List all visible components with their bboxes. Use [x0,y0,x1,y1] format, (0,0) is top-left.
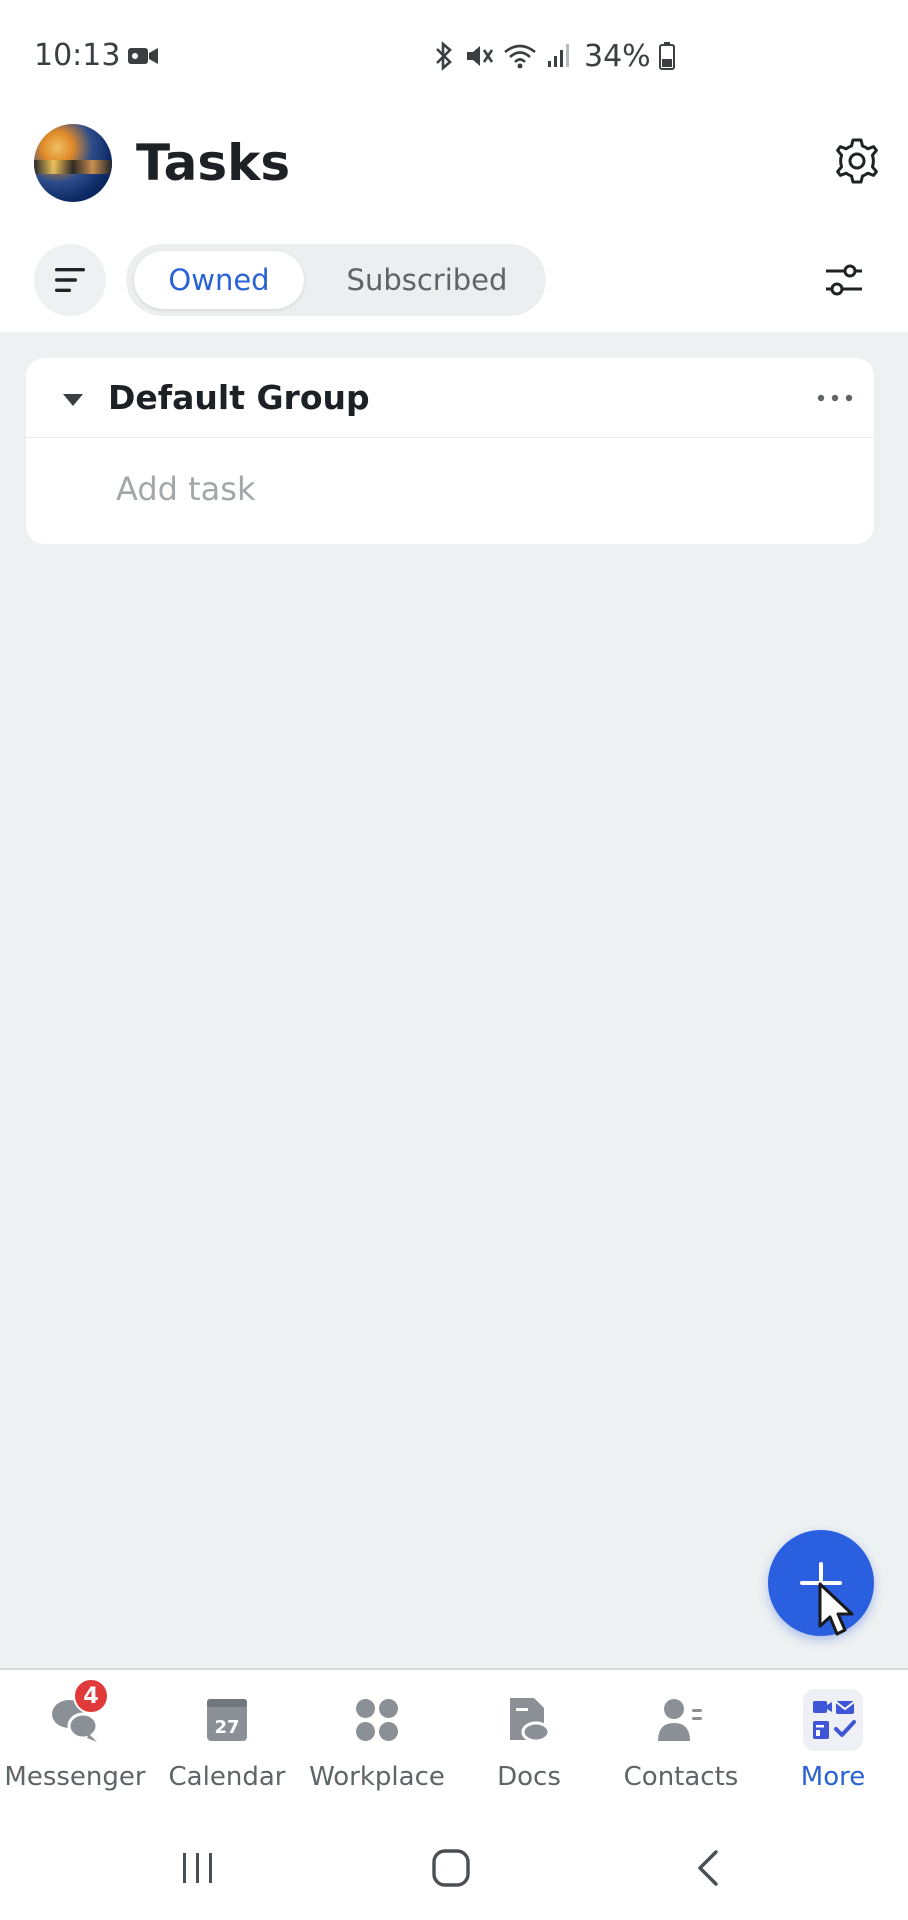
status-bar: 10:13 34% [0,0,908,110]
messenger-badge: 4 [73,1678,109,1714]
docs-icon [510,1698,551,1743]
nav-workplace[interactable]: Workplace [302,1690,452,1810]
video-call-icon [128,48,158,64]
mouse-cursor-icon [818,1582,854,1636]
recent-apps-icon [183,1853,212,1883]
calendar-icon: 27 [207,1699,247,1741]
home-icon [432,1849,470,1887]
nav-calendar[interactable]: 27 Calendar [152,1690,302,1810]
wifi-icon [504,44,536,69]
nav-messenger[interactable]: 4 Messenger [0,1678,150,1810]
home-button[interactable] [428,1846,474,1890]
tab-owned[interactable]: Owned [134,251,304,309]
group-title: Default Group [108,378,370,417]
nav-label-contacts: Contacts [623,1762,739,1792]
nav-contacts[interactable]: Contacts [606,1690,756,1810]
group-header[interactable]: Default Group [26,358,874,438]
mute-icon [467,46,494,66]
back-button[interactable] [690,1846,726,1890]
settings-button[interactable] [830,134,884,188]
tab-subscribed[interactable]: Subscribed [316,251,538,309]
more-apps-icon [813,1701,856,1739]
calendar-day: 27 [214,1717,239,1738]
battery-icon [658,42,675,70]
owned-subscribed-switch: Owned Subscribed [126,244,546,316]
bluetooth-icon [436,41,452,71]
group-more-button[interactable] [812,380,858,416]
filter-button[interactable] [818,254,870,306]
recent-apps-button[interactable] [178,1846,218,1890]
more-icon-background [803,1689,863,1751]
battery-percentage: 34% [584,38,651,74]
add-task-input[interactable]: Add task [116,470,255,508]
back-icon [698,1850,718,1886]
nav-label-calendar: Calendar [168,1762,286,1792]
status-time: 10:13 [34,38,121,73]
nav-more[interactable]: More [758,1689,908,1810]
filter-sliders-icon [826,264,862,296]
menu-button[interactable] [34,244,106,316]
bottom-navigation: 4 Messenger 27 Calendar Workplace Docs C… [0,1668,908,1816]
workplace-icon [356,1699,398,1741]
nav-docs[interactable]: Docs [454,1690,604,1810]
nav-label-workplace: Workplace [309,1762,445,1792]
group-card: Default Group Add task [26,358,874,544]
caret-down-icon[interactable] [62,392,84,408]
nav-label-messenger: Messenger [4,1762,146,1792]
status-icons: 34% [432,38,675,74]
signal-icon [548,44,569,67]
system-navigation-bar [0,1816,908,1920]
contacts-icon [658,1699,702,1741]
nav-label-more: More [800,1762,866,1792]
gear-icon [836,138,878,184]
more-horizontal-icon [817,394,853,402]
page-title: Tasks [136,134,291,192]
nav-label-docs: Docs [497,1762,561,1792]
menu-icon [55,268,85,292]
avatar[interactable] [34,124,112,202]
